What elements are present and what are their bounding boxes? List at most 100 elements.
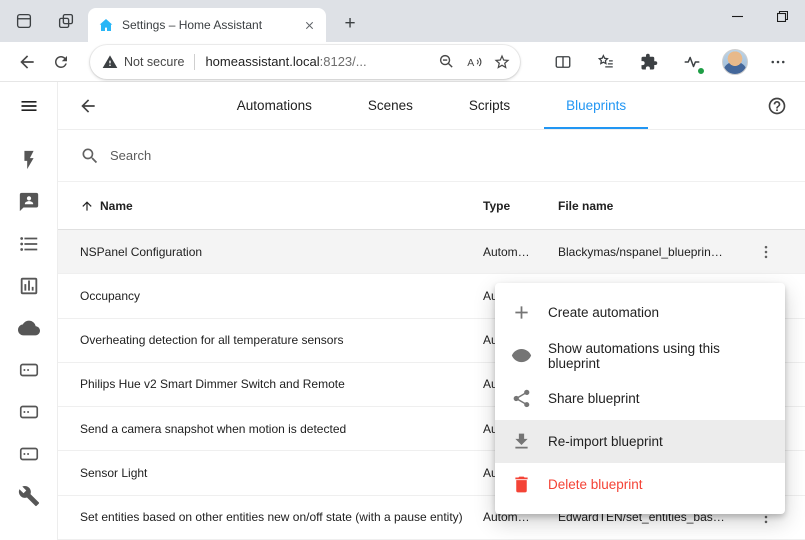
sidebar-item-history[interactable] xyxy=(0,265,58,307)
sidebar-menu-button[interactable] xyxy=(0,82,57,130)
plus-icon xyxy=(511,302,532,323)
ha-back-button[interactable] xyxy=(72,90,104,122)
browser-menu-button[interactable] xyxy=(761,45,795,79)
menu-item-reimport-blueprint[interactable]: Re-import blueprint xyxy=(495,420,785,463)
workspaces-button[interactable] xyxy=(12,9,36,33)
eye-icon xyxy=(511,345,532,366)
row-file: Blackymas/nspanel_blueprin… xyxy=(558,245,743,259)
sidebar-item-cloud[interactable] xyxy=(0,307,58,349)
workspaces-icon xyxy=(15,12,33,30)
address-bar[interactable]: Not secure homeassistant.local:8123/... … xyxy=(90,45,520,79)
browser-essentials-button[interactable] xyxy=(675,45,709,79)
cloud-icon xyxy=(18,317,40,339)
sort-ascending-icon xyxy=(80,199,94,213)
row-menu-button[interactable] xyxy=(743,243,775,261)
ha-sidebar xyxy=(0,82,58,540)
tab-actions-button[interactable] xyxy=(54,9,78,33)
read-aloud-icon: A xyxy=(465,53,483,71)
column-header-name-label: Name xyxy=(100,199,133,213)
ha-header: Automations Scenes Scripts Blueprints xyxy=(58,82,805,130)
menu-item-show-automations[interactable]: Show automations using this blueprint xyxy=(495,334,785,377)
not-secure-label[interactable]: Not secure xyxy=(124,55,184,69)
sidebar-item-logbook[interactable] xyxy=(0,223,58,265)
browser-window: Settings – Home Assistant + Not secure xyxy=(0,0,805,540)
row-name: Send a camera snapshot when motion is de… xyxy=(80,422,483,436)
zoom-out-icon xyxy=(438,53,455,70)
browser-tab[interactable]: Settings – Home Assistant xyxy=(88,8,326,42)
row-name: NSPanel Configuration xyxy=(80,245,483,259)
table-row[interactable]: NSPanel Configuration Autom… Blackymas/n… xyxy=(58,230,805,274)
column-header-name[interactable]: Name xyxy=(80,199,483,213)
kebab-menu-icon xyxy=(757,243,775,261)
sidebar-item-server-2[interactable] xyxy=(0,391,58,433)
column-header-type[interactable]: Type xyxy=(483,199,558,213)
blueprint-context-menu: Create automation Show automations using… xyxy=(495,283,785,514)
lightning-bolt-icon xyxy=(18,149,40,171)
more-horizontal-icon xyxy=(769,53,787,71)
minimize-icon xyxy=(732,11,743,22)
window-restore-button[interactable] xyxy=(760,0,805,32)
window-minimize-button[interactable] xyxy=(715,0,760,32)
sidebar-item-energy[interactable] xyxy=(0,139,58,181)
menu-item-label: Show automations using this blueprint xyxy=(548,341,769,371)
extensions-button[interactable] xyxy=(632,45,666,79)
star-icon xyxy=(493,53,511,71)
server-icon xyxy=(18,443,40,465)
help-button[interactable] xyxy=(761,90,793,122)
refresh-icon xyxy=(52,53,70,71)
ha-nav-tabs: Automations Scenes Scripts Blueprints xyxy=(209,82,654,129)
menu-item-delete-blueprint[interactable]: Delete blueprint xyxy=(495,463,785,506)
tab-automations[interactable]: Automations xyxy=(209,82,340,129)
menu-item-label: Share blueprint xyxy=(548,391,640,406)
sidebar-item-assist[interactable] xyxy=(0,181,58,223)
tab-close-button[interactable] xyxy=(301,17,318,34)
search-icon xyxy=(80,146,100,166)
table-header: Name Type File name xyxy=(58,182,805,230)
browser-back-button[interactable] xyxy=(10,45,44,79)
url-host: homeassistant.local xyxy=(205,54,319,69)
extensions-puzzle-icon xyxy=(640,53,658,71)
zoom-out-button[interactable] xyxy=(432,48,460,76)
back-arrow-icon xyxy=(17,52,37,72)
tab-scenes[interactable]: Scenes xyxy=(340,82,441,129)
menu-item-label: Delete blueprint xyxy=(548,477,643,492)
profile-button[interactable] xyxy=(718,45,752,79)
profile-avatar xyxy=(722,49,748,75)
menu-item-share-blueprint[interactable]: Share blueprint xyxy=(495,377,785,420)
server-icon xyxy=(18,401,40,423)
column-header-file[interactable]: File name xyxy=(558,199,743,213)
tab-blueprints[interactable]: Blueprints xyxy=(538,82,654,129)
favorites-button[interactable] xyxy=(589,45,623,79)
browser-refresh-button[interactable] xyxy=(44,45,78,79)
url-port-path: :8123/... xyxy=(320,54,367,69)
tab-scripts[interactable]: Scripts xyxy=(441,82,538,129)
row-name: Occupancy xyxy=(80,289,483,303)
sidebar-items xyxy=(0,139,58,517)
favorite-star-button[interactable] xyxy=(488,48,516,76)
toolbar-right-icons xyxy=(546,45,795,79)
row-name: Overheating detection for all temperatur… xyxy=(80,333,483,347)
url-text[interactable]: homeassistant.local:8123/... xyxy=(205,54,366,69)
url-divider xyxy=(194,54,195,70)
sidebar-item-server-3[interactable] xyxy=(0,433,58,475)
close-icon xyxy=(304,20,315,31)
svg-text:A: A xyxy=(467,56,474,68)
sidebar-item-server-1[interactable] xyxy=(0,349,58,391)
copy-tabs-icon xyxy=(57,12,75,30)
not-secure-warning-icon xyxy=(102,54,118,70)
read-aloud-button[interactable]: A xyxy=(460,48,488,76)
essentials-status-dot xyxy=(697,67,705,75)
search-input[interactable] xyxy=(110,148,530,163)
share-icon xyxy=(511,388,532,409)
search-row xyxy=(58,130,805,182)
menu-item-create-automation[interactable]: Create automation xyxy=(495,291,785,334)
chat-person-icon xyxy=(18,191,40,213)
download-icon xyxy=(511,431,532,452)
menu-item-label: Create automation xyxy=(548,305,659,320)
new-tab-button[interactable]: + xyxy=(336,10,364,38)
split-screen-icon xyxy=(554,53,572,71)
split-screen-button[interactable] xyxy=(546,45,580,79)
wrench-icon xyxy=(18,485,40,507)
trash-icon xyxy=(511,474,532,495)
sidebar-item-developer-tools[interactable] xyxy=(0,475,58,517)
